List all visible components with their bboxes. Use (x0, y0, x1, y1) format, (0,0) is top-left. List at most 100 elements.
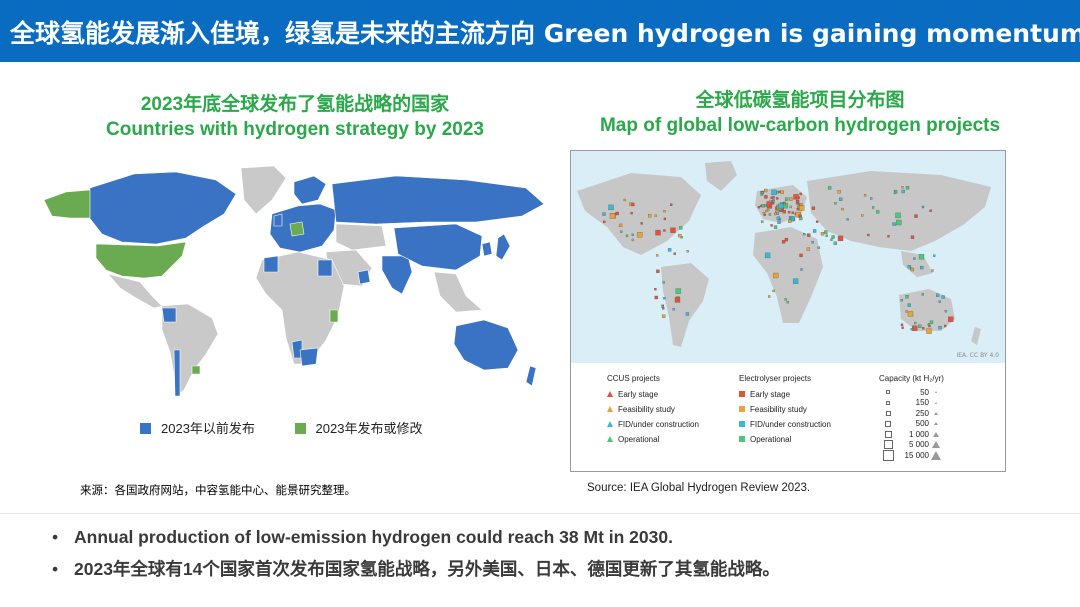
project-marker (772, 196, 775, 199)
new-zealand-landmass (525, 365, 537, 387)
right-map-title-cn: 全球低碳氢能项目分布图 (695, 90, 905, 111)
kazakhstan-central-asia-landmass (335, 223, 387, 251)
project-marker (757, 206, 761, 209)
project-marker (768, 295, 771, 298)
project-marker (620, 230, 623, 233)
project-marker (922, 327, 925, 330)
electrolyser-legend-heading: Electrolyser projects (739, 374, 812, 383)
left-map-title-en: Countries with hydrogen strategy by 2023 (106, 119, 484, 140)
capacity-value: 15 000 (904, 450, 929, 460)
project-marker (761, 191, 764, 194)
project-marker (799, 216, 803, 221)
egypt-landmass (317, 259, 333, 277)
project-marker (900, 323, 904, 326)
project-marker (670, 203, 673, 206)
project-marker (914, 321, 917, 325)
triangle-icon (607, 391, 613, 397)
project-marker (623, 198, 626, 202)
project-marker (901, 326, 904, 329)
morocco-landmass (263, 255, 279, 273)
capacity-square-icon (879, 390, 897, 395)
russia-landmass (331, 175, 545, 225)
project-marker (771, 202, 775, 205)
project-marker (926, 328, 932, 334)
project-marker (789, 205, 792, 209)
electrolyser-item-operational: Operational (739, 432, 831, 447)
colombia-landmass (161, 307, 177, 323)
electrolyser-item-early: Early stage (739, 387, 831, 402)
project-marker (887, 235, 890, 238)
project-marker (770, 196, 773, 199)
project-marker (900, 299, 903, 302)
uk-landmass (273, 213, 283, 227)
project-marker (827, 186, 832, 190)
project-marker (799, 253, 803, 258)
project-marker (912, 325, 918, 331)
ccus-item-operational: Operational (607, 432, 699, 447)
project-marker (870, 197, 873, 200)
square-icon (739, 406, 745, 412)
project-marker (655, 229, 661, 236)
project-marker (656, 269, 660, 273)
divider (0, 513, 1080, 514)
left-map-title: 2023年底全球发布了氢能战略的国家 Countries with hydrog… (40, 92, 550, 142)
project-marker (618, 223, 623, 228)
project-marker (811, 206, 816, 210)
project-marker (776, 191, 779, 194)
triangle-icon (607, 436, 613, 442)
project-marker (896, 219, 902, 226)
project-marker (784, 298, 787, 301)
capacity-triangle-icon (929, 391, 943, 394)
electrolyser-legend: Electrolyser projects Early stage Feasib… (739, 371, 831, 447)
triangle-icon (607, 421, 613, 427)
project-marker (876, 210, 880, 214)
project-marker (774, 212, 777, 216)
project-marker (766, 208, 770, 212)
project-marker (941, 295, 945, 299)
project-marker (656, 254, 659, 257)
project-marker (863, 194, 867, 197)
project-marker (789, 197, 793, 201)
project-marker (824, 230, 828, 234)
project-marker (675, 288, 681, 294)
project-marker (839, 197, 843, 201)
hydrogen-projects-map (571, 151, 1005, 363)
project-marker (910, 267, 915, 272)
capacity-triangle-icon (929, 411, 943, 415)
project-marker (782, 209, 786, 214)
project-marker (914, 214, 918, 218)
project-marker (905, 186, 910, 190)
project-marker (776, 216, 781, 220)
legend-swatch-blue (140, 423, 151, 434)
japan-landmass (495, 233, 511, 261)
project-marker (815, 220, 819, 223)
south-africa-landmass (299, 347, 319, 367)
left-map-title-cn: 2023年底全球发布了氢能战略的国家 (140, 94, 450, 115)
project-marker (817, 246, 820, 249)
hydrogen-strategy-world-map (43, 165, 545, 397)
capacity-square-icon (879, 400, 897, 405)
project-marker (686, 250, 689, 253)
capacity-triangle-icon (929, 431, 943, 437)
square-icon (739, 421, 745, 427)
project-marker (918, 324, 922, 328)
project-marker (679, 226, 683, 230)
project-marker (673, 252, 676, 255)
legend-swatch-green (294, 423, 306, 434)
capacity-rows: 50 150 250 500 1 000 5 000 15 000 (879, 387, 944, 461)
project-marker (938, 325, 942, 330)
project-marker (910, 328, 913, 331)
capacity-legend-heading: Capacity (kt H₂/yr) (879, 374, 944, 383)
project-marker (861, 214, 864, 217)
project-marker (901, 189, 905, 194)
project-marker (777, 220, 781, 224)
project-marker (640, 222, 643, 225)
project-marker (905, 310, 908, 313)
project-marker (662, 314, 666, 318)
project-marker (825, 234, 828, 237)
project-marker (944, 324, 947, 328)
project-marker (771, 189, 777, 196)
project-marker (663, 217, 667, 221)
project-marker (766, 201, 772, 207)
capacity-square-icon (879, 421, 897, 427)
